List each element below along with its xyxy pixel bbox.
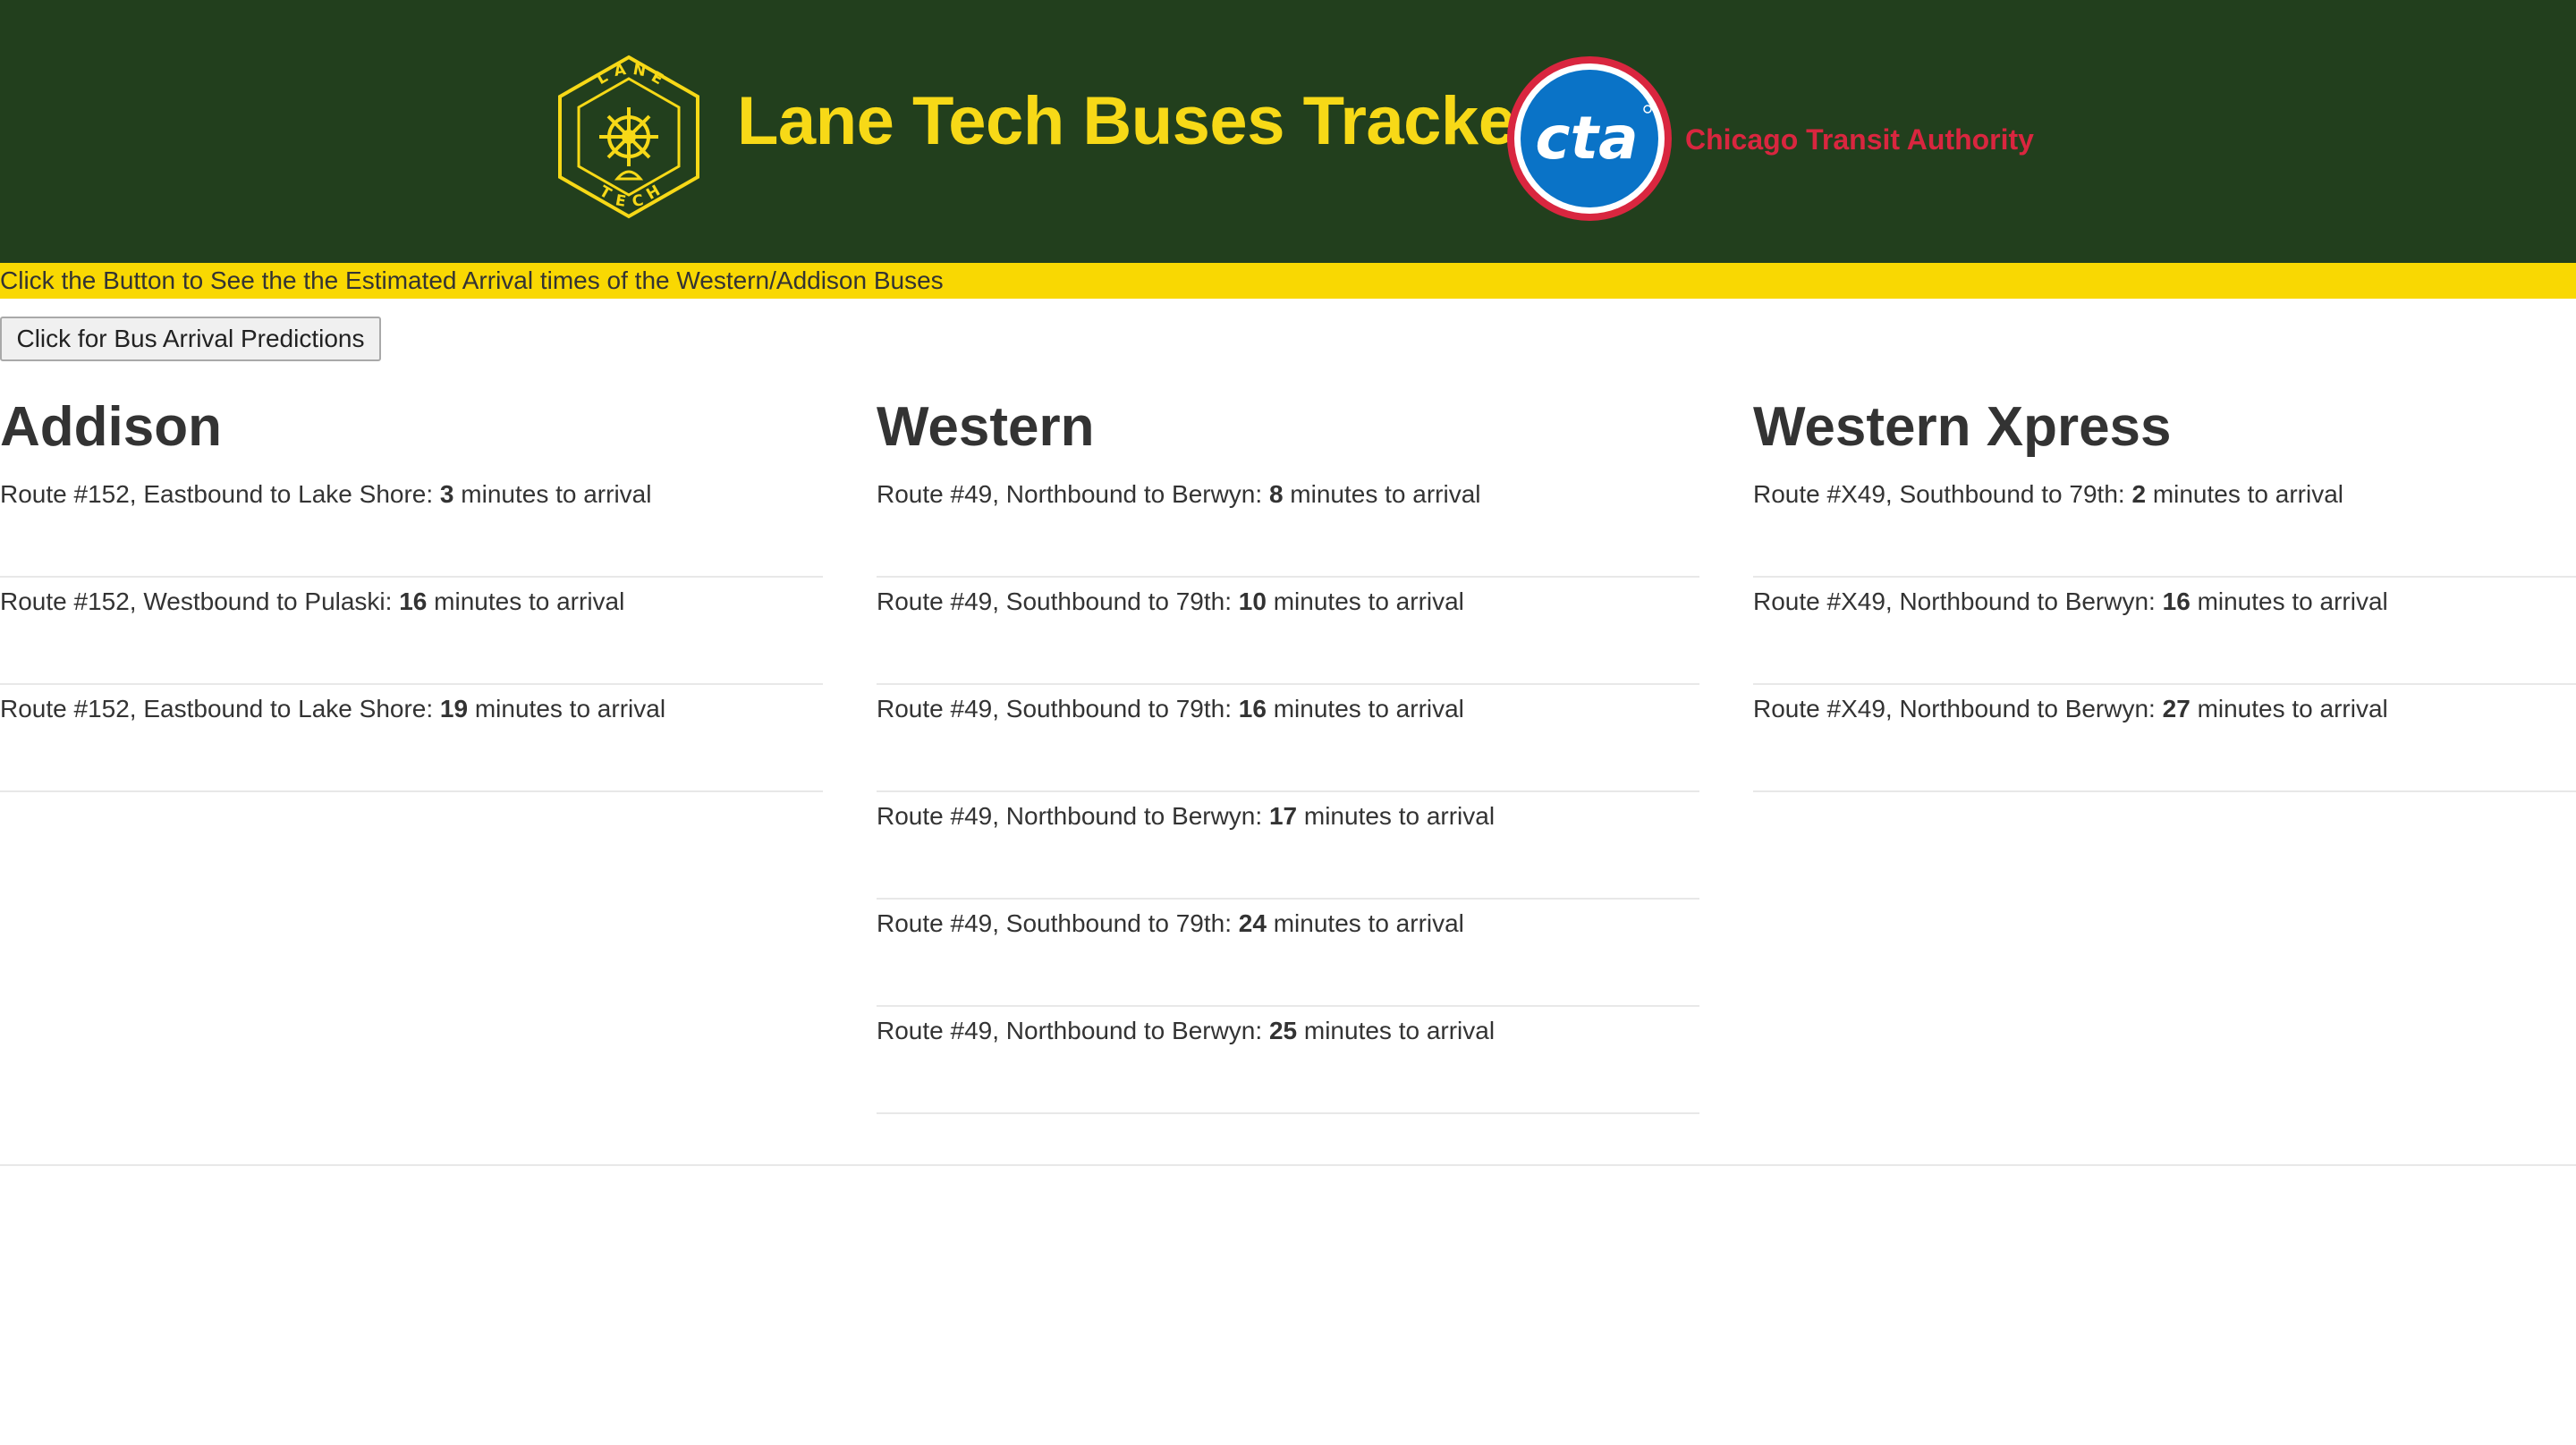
minutes-value: 16 (399, 587, 428, 615)
logo-letter: C (631, 191, 645, 211)
route-label: Route #49, Northbound to Berwyn: (877, 480, 1263, 508)
route-label: Route #49, Northbound to Berwyn: (877, 802, 1263, 830)
prediction-list: Route #X49, Southbound to 79th: 2 minute… (1753, 470, 2576, 792)
minutes-suffix: minutes to arrival (434, 587, 625, 615)
minutes-value: 3 (439, 480, 454, 508)
route-label: Route #49, Southbound to 79th: (877, 909, 1232, 937)
route-label: Route #49, Southbound to 79th: (877, 695, 1232, 722)
column-title: Western (877, 396, 1095, 458)
page-title: Lane Tech Buses Tracker (737, 83, 1542, 159)
route-label: Route #152, Eastbound to Lake Shore: (0, 695, 434, 722)
route-label: Route #X49, Northbound to Berwyn: (1753, 695, 2156, 722)
minutes-value: 17 (1268, 802, 1298, 830)
western-column: Western Route #49, Northbound to Berwyn:… (877, 384, 1699, 1114)
list-item: Route #49, Southbound to 79th: 24 minute… (877, 900, 1699, 1007)
instruction-banner: Click the Button to See the the Estimate… (0, 263, 2576, 299)
minutes-suffix: minutes to arrival (1303, 802, 1496, 830)
list-item: Route #49, Southbound to 79th: 16 minute… (877, 685, 1699, 792)
route-label: Route #152, Eastbound to Lake Shore: (0, 480, 434, 508)
minutes-suffix: minutes to arrival (1273, 909, 1464, 937)
route-label: Route #X49, Northbound to Berwyn: (1753, 587, 2156, 615)
minutes-value: 10 (1238, 587, 1267, 615)
list-item: Route #152, Eastbound to Lake Shore: 19 … (0, 685, 823, 792)
minutes-suffix: minutes to arrival (461, 480, 652, 508)
list-item: Route #49, Northbound to Berwyn: 8 minut… (877, 470, 1699, 578)
list-item: Route #49, Southbound to 79th: 10 minute… (877, 578, 1699, 685)
cta-logo-text: cta (1535, 104, 1638, 173)
logo-letter: L (594, 68, 612, 89)
minutes-value: 16 (1238, 695, 1267, 722)
column-title: Western Xpress (1753, 396, 2172, 458)
minutes-value: 25 (1268, 1017, 1298, 1044)
minutes-value: 8 (1268, 480, 1284, 508)
bus-predictions-button[interactable]: Click for Bus Arrival Predictions (0, 317, 381, 361)
site-header: L A N E T E C H Lane Tech Buses Tracker … (0, 0, 2576, 263)
minutes-suffix: minutes to arrival (2197, 695, 2388, 722)
minutes-suffix: minutes to arrival (1290, 480, 1481, 508)
route-label: Route #152, Westbound to Pulaski: (0, 587, 393, 615)
minutes-suffix: minutes to arrival (1273, 695, 1464, 722)
list-item: Route #49, Northbound to Berwyn: 25 minu… (877, 1007, 1699, 1114)
prediction-list: Route #152, Eastbound to Lake Shore: 3 m… (0, 470, 823, 792)
cta-name-label: Chicago Transit Authority (1685, 123, 2034, 156)
minutes-suffix: minutes to arrival (474, 695, 666, 722)
route-label: Route #49, Southbound to 79th: (877, 587, 1232, 615)
minutes-value: 16 (2162, 587, 2190, 615)
minutes-suffix: minutes to arrival (1273, 587, 1464, 615)
list-item: Route #49, Northbound to Berwyn: 17 minu… (877, 792, 1699, 900)
logo-letter: N (631, 61, 647, 80)
minutes-value: 19 (439, 695, 469, 722)
route-label: Route #X49, Southbound to 79th: (1753, 480, 2125, 508)
list-item: Route #X49, Southbound to 79th: 2 minute… (1753, 470, 2576, 578)
lane-tech-hexagon-logo-icon: L A N E T E C H (558, 55, 699, 219)
minutes-suffix: minutes to arrival (2197, 587, 2388, 615)
list-item: Route #152, Eastbound to Lake Shore: 3 m… (0, 470, 823, 578)
minutes-suffix: minutes to arrival (2152, 480, 2343, 508)
prediction-list: Route #49, Northbound to Berwyn: 8 minut… (877, 470, 1699, 1114)
cta-circle-logo-icon: cta (1507, 56, 1672, 221)
list-item: Route #X49, Northbound to Berwyn: 27 min… (1753, 685, 2576, 792)
list-item: Route #X49, Northbound to Berwyn: 16 min… (1753, 578, 2576, 685)
western-xpress-column: Western Xpress Route #X49, Southbound to… (1753, 384, 2576, 792)
addison-column: Addison Route #152, Eastbound to Lake Sh… (0, 384, 823, 792)
list-item: Route #152, Westbound to Pulaski: 16 min… (0, 578, 823, 685)
page-divider (0, 1164, 2576, 1166)
logo-letter: E (614, 191, 627, 211)
route-label: Route #49, Northbound to Berwyn: (877, 1017, 1263, 1044)
column-title: Addison (0, 396, 222, 458)
minutes-value: 27 (2162, 695, 2190, 722)
minutes-value: 24 (1238, 909, 1267, 937)
minutes-value: 2 (2131, 480, 2147, 508)
logo-letter: A (613, 61, 628, 80)
minutes-suffix: minutes to arrival (1303, 1017, 1496, 1044)
